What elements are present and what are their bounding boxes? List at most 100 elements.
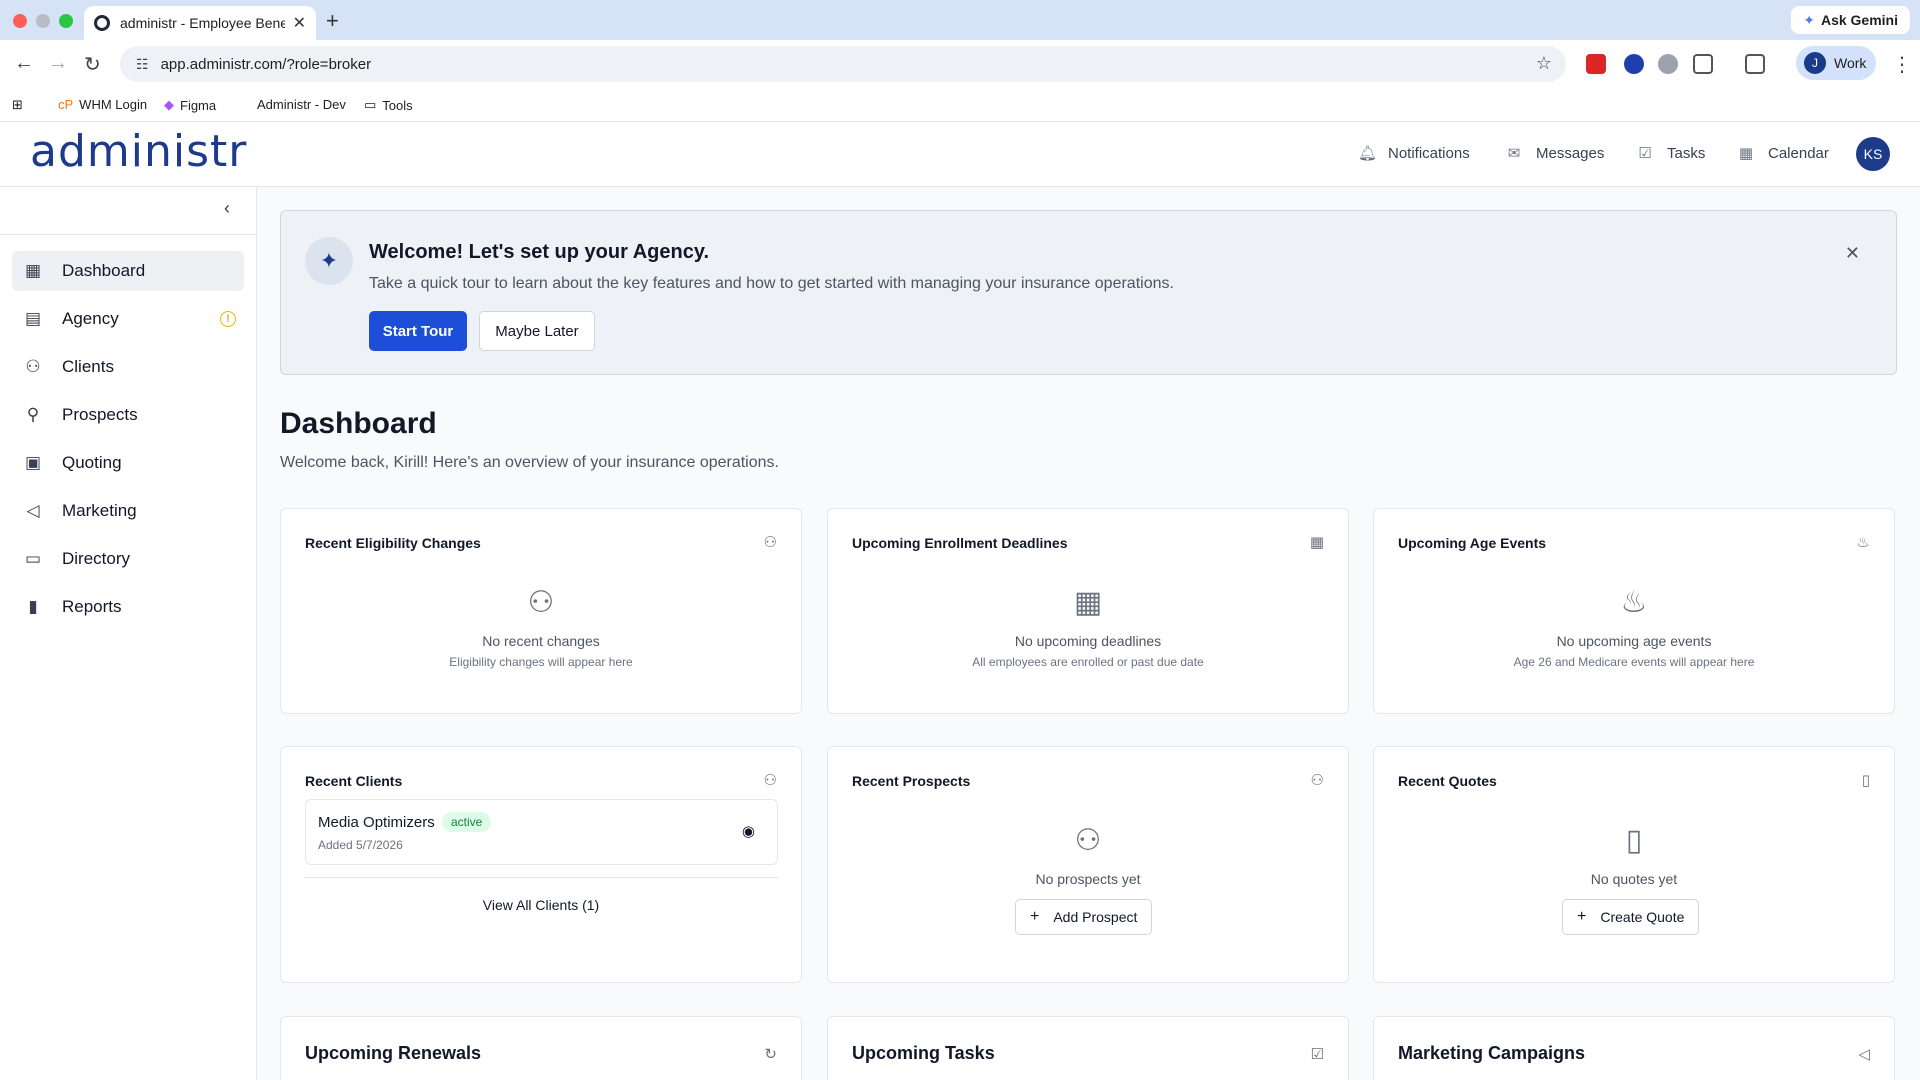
create-quote-button[interactable]: + Create Quote	[1562, 899, 1700, 935]
bookmark-label: Figma	[180, 97, 217, 113]
sidebar-item-label: Agency	[62, 309, 119, 328]
extension-shield-icon[interactable]	[1658, 54, 1678, 74]
close-icon[interactable]: ✕	[1845, 243, 1860, 264]
maximize-window-button[interactable]	[59, 14, 73, 28]
start-tour-button[interactable]: Start Tour	[369, 311, 467, 351]
site-favicon-icon	[94, 15, 110, 31]
sidebar-item-directory[interactable]: ▭ Directory	[12, 539, 244, 579]
recent-clients-card: Recent Clients ⚇ Media Optimizers active…	[280, 746, 802, 983]
sidebar-item-quoting[interactable]: ▣ Quoting	[12, 443, 244, 483]
bookmark-label: Administr - Dev	[257, 97, 346, 112]
forward-arrow-icon[interactable]: →	[48, 52, 68, 75]
url-text: app.administr.com/?role=broker	[160, 55, 372, 73]
tab-search-icon[interactable]	[1745, 54, 1765, 74]
bookmark-tools-folder[interactable]: ▭ Tools	[364, 97, 413, 113]
check-square-icon: ☑	[1310, 1046, 1324, 1063]
maybe-later-button[interactable]: Maybe Later	[479, 311, 595, 351]
sidebar-item-clients[interactable]: ⚇ Clients	[12, 347, 244, 387]
eye-icon[interactable]: ◉	[742, 822, 755, 840]
app-logo[interactable]: administr	[30, 126, 247, 177]
card-title: Recent Eligibility Changes	[305, 535, 481, 551]
grid-icon: ▦	[24, 261, 42, 280]
new-tab-icon[interactable]: +	[326, 8, 339, 34]
welcome-banner: ✦ Welcome! Let's set up your Agency. Tak…	[280, 210, 1897, 375]
sidebar-item-reports[interactable]: ▮ Reports	[12, 587, 244, 627]
tab-title: administr - Employee Benefit	[120, 15, 285, 31]
sidebar-item-prospects[interactable]: ⚲ Prospects	[12, 395, 244, 435]
card-title: Upcoming Enrollment Deadlines	[852, 535, 1068, 551]
plus-icon: +	[1577, 908, 1587, 925]
bar-chart-icon: ▮	[28, 597, 38, 616]
list-item[interactable]: Media Optimizers active Added 5/7/2026 ◉	[305, 799, 778, 865]
bookmark-whm-login[interactable]: cP WHM Login	[58, 97, 147, 112]
add-prospect-button[interactable]: + Add Prospect	[1015, 899, 1153, 935]
browser-tab[interactable]: administr - Employee Benefit ✕	[84, 6, 316, 40]
sidebar: ‹ ▦ Dashboard ▤ Agency ! ⚇ Clients ⚲ Prospec…	[0, 187, 257, 1080]
close-tab-icon[interactable]: ✕	[293, 13, 306, 33]
extension-drop-icon[interactable]	[1624, 54, 1644, 74]
chevron-left-icon[interactable]: ‹	[224, 198, 230, 219]
user-avatar[interactable]: KS	[1856, 137, 1890, 171]
reload-icon[interactable]: ↻	[84, 52, 101, 77]
marketing-campaigns-card: Marketing Campaigns ◁	[1373, 1016, 1895, 1080]
user-plus-icon: ⚲	[26, 405, 40, 424]
profile-chip[interactable]: J Work	[1796, 46, 1876, 80]
sidebar-item-label: Clients	[62, 357, 114, 376]
header-tasks[interactable]: ☑ Tasks	[1637, 144, 1705, 163]
empty-state-hint: All employees are enrolled or past due d…	[972, 655, 1204, 669]
sidebar-item-label: Quoting	[62, 453, 122, 472]
calendar-icon: ▦	[1738, 145, 1754, 162]
extension-calendar-icon[interactable]	[1586, 54, 1606, 74]
browser-menu-icon[interactable]: ⋮	[1892, 52, 1912, 77]
apps-grid-icon[interactable]: ⊞	[12, 97, 23, 113]
view-all-clients-link[interactable]: View All Clients (1)	[281, 897, 801, 913]
warning-icon: !	[220, 311, 236, 327]
profile-avatar: J	[1804, 52, 1826, 74]
sidebar-item-label: Prospects	[62, 405, 138, 424]
file-text-icon: ▯	[1861, 772, 1870, 789]
plus-icon: +	[1030, 908, 1040, 925]
sidebar-item-marketing[interactable]: ◁ Marketing	[12, 491, 244, 531]
age-events-card: Upcoming Age Events ♨ ♨ No upcoming age …	[1373, 508, 1895, 714]
users-icon: ⚇	[763, 772, 777, 789]
sidebar-item-dashboard[interactable]: ▦ Dashboard	[12, 251, 244, 291]
header-messages[interactable]: ✉ Messages	[1506, 144, 1605, 163]
divider	[305, 877, 778, 878]
page-title: Dashboard	[280, 407, 437, 440]
ask-gemini-label: Ask Gemini	[1820, 12, 1898, 28]
enrollment-deadlines-card: Upcoming Enrollment Deadlines ▦ ▦ No upc…	[827, 508, 1349, 714]
empty-state-title: No prospects yet	[1035, 871, 1141, 887]
calendar-clock-icon: ▦	[1073, 586, 1103, 619]
folder-icon: ▭	[24, 549, 42, 568]
card-title: Upcoming Age Events	[1398, 535, 1547, 551]
upcoming-renewals-card: Upcoming Renewals ↻	[280, 1016, 802, 1080]
minimize-window-button[interactable]	[36, 14, 50, 28]
header-calendar[interactable]: ▦ Calendar	[1738, 144, 1829, 163]
welcome-title: Welcome! Let's set up your Agency.	[369, 241, 710, 263]
back-arrow-icon[interactable]: ←	[14, 52, 34, 75]
sidebar-item-agency[interactable]: ▤ Agency !	[12, 299, 244, 339]
megaphone-icon: ◁	[1858, 1046, 1870, 1063]
address-bar[interactable]: ☷ app.administr.com/?role=broker ☆	[120, 46, 1566, 82]
empty-state-hint: Eligibility changes will appear here	[449, 655, 633, 669]
bookmark-administr-dev[interactable]: Administr - Dev	[257, 97, 346, 112]
browser-tab-bar: administr - Employee Benefit ✕ + ✦ Ask G…	[0, 0, 1920, 40]
main-content: ✦ Welcome! Let's set up your Agency. Tak…	[257, 187, 1920, 1080]
header-nav-label: Notifications	[1388, 144, 1470, 162]
extensions-puzzle-icon[interactable]	[1693, 54, 1713, 74]
welcome-subtitle: Take a quick tour to learn about the key…	[369, 275, 1174, 292]
empty-state-title: No upcoming age events	[1556, 633, 1712, 649]
header-notifications[interactable]: 🔔︎ Notifications	[1358, 144, 1470, 163]
browser-toolbar: ← → ↻ ☷ app.administr.com/?role=broker ☆…	[0, 40, 1920, 88]
bookmark-figma[interactable]: ◆ Figma	[164, 97, 216, 113]
close-window-button[interactable]	[13, 14, 27, 28]
site-settings-icon[interactable]: ☷	[136, 56, 149, 73]
card-title: Marketing Campaigns	[1398, 1043, 1586, 1063]
button-label: Create Quote	[1600, 909, 1685, 925]
calculator-icon: ▣	[24, 453, 42, 472]
bookmark-star-icon[interactable]: ☆	[1536, 53, 1552, 74]
users-icon: ⚇	[25, 357, 41, 376]
sidebar-item-label: Directory	[62, 549, 131, 568]
ask-gemini-button[interactable]: ✦ Ask Gemini	[1791, 6, 1910, 34]
client-added-date: Added 5/7/2026	[318, 838, 403, 852]
